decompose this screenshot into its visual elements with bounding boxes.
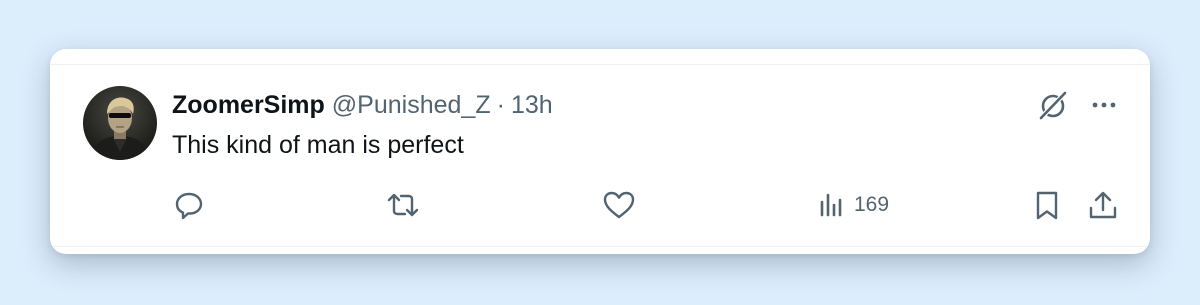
bottom-divider [50,246,1150,247]
timestamp[interactable]: 13h [511,89,553,121]
retweet-icon [387,193,419,217]
reply-icon [175,192,203,220]
grok-icon[interactable] [1035,87,1071,123]
separator-dot: · [496,91,505,119]
bar-chart-icon [820,193,842,217]
heart-icon [603,191,635,219]
share-icon [1089,191,1117,219]
more-icon[interactable] [1086,87,1122,123]
share-button[interactable] [1086,187,1120,223]
like-button[interactable] [601,187,637,223]
bookmark-icon [1036,191,1058,220]
bookmark-button[interactable] [1030,187,1064,223]
views-button[interactable]: 169 [816,187,889,223]
display-name[interactable]: ZoomerSimp [172,89,325,121]
tweet-header: ZoomerSimp @Punished_Z · 13h [172,89,553,121]
views-count: 169 [854,193,890,216]
avatar[interactable] [83,86,157,160]
top-divider [50,64,1150,65]
reply-button[interactable] [172,187,206,223]
tweet-card[interactable]: ZoomerSimp @Punished_Z · 13h This kind o… [50,49,1150,254]
tweet-text: This kind of man is perfect [172,131,464,159]
avatar-image [83,86,157,160]
retweet-button[interactable] [384,187,422,223]
user-handle[interactable]: @Punished_Z [332,89,491,121]
